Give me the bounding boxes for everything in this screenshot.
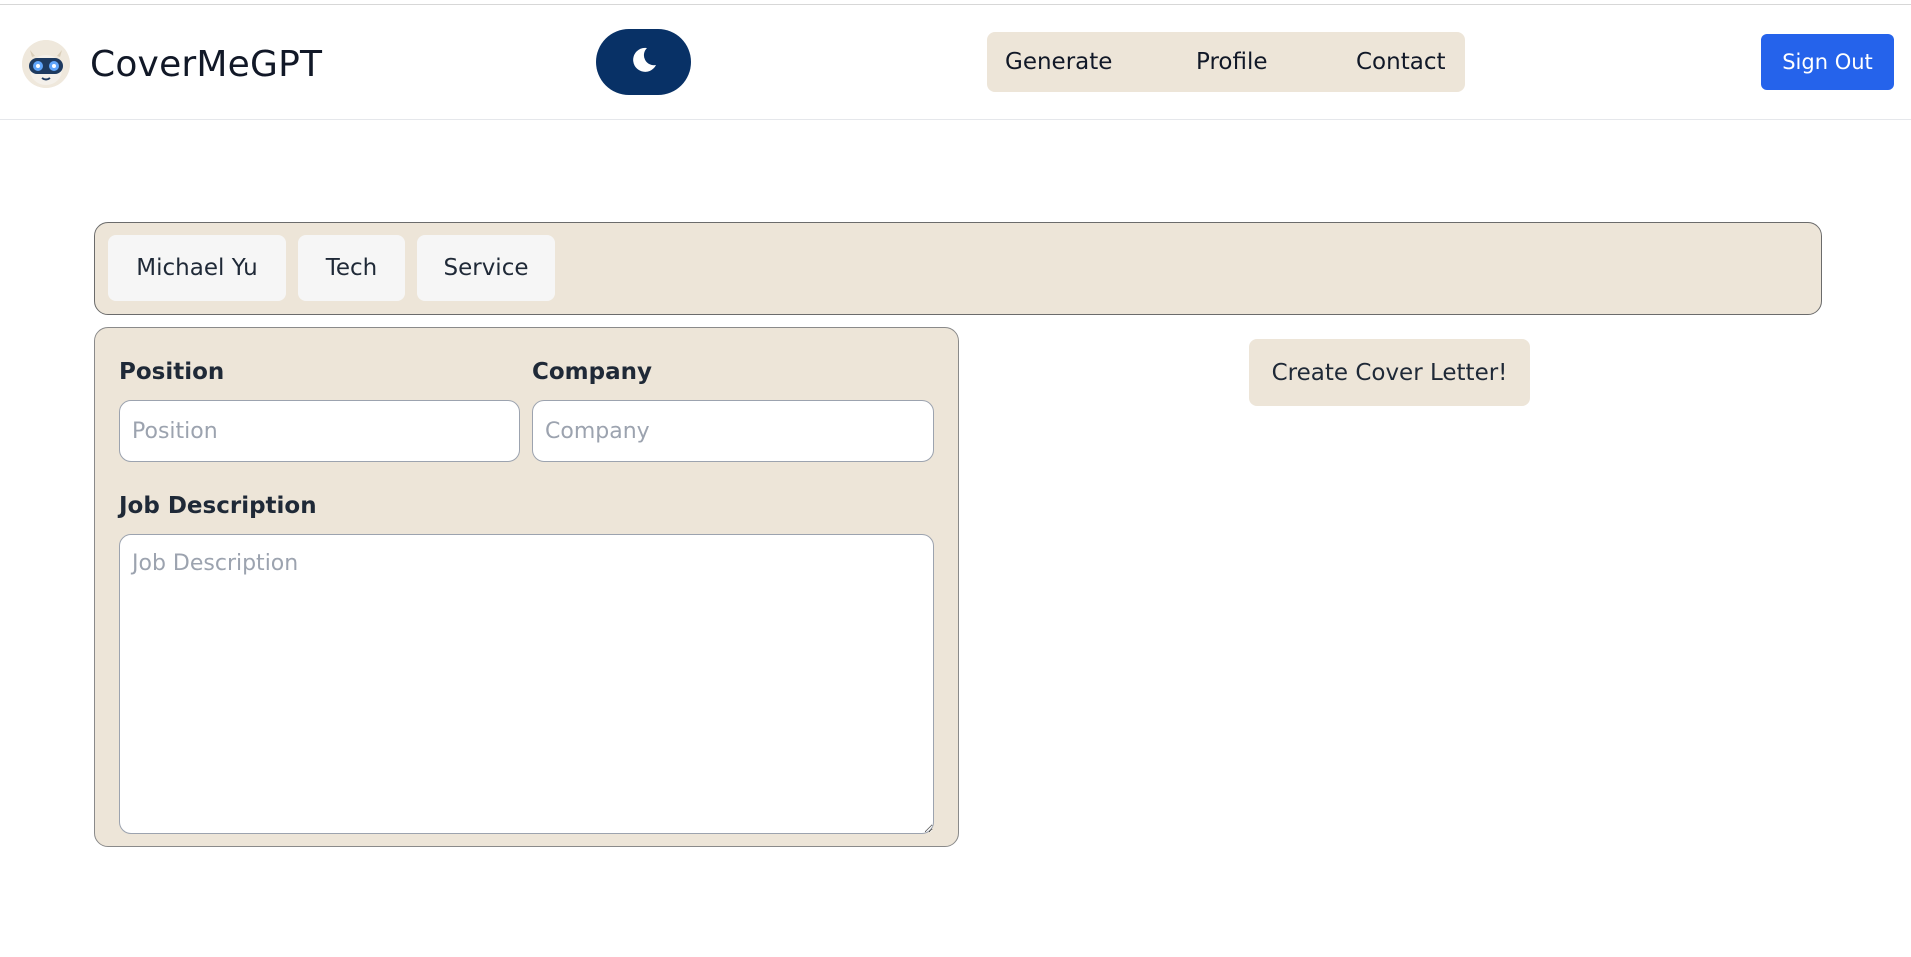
profile-chip-service[interactable]: Service: [417, 235, 555, 301]
brand-name: CoverMeGPT: [90, 43, 323, 85]
profile-chip-tech[interactable]: Tech: [298, 235, 405, 301]
brand[interactable]: CoverMeGPT: [22, 40, 322, 88]
job-description-label: Job Description: [119, 493, 317, 519]
nav-item-contact[interactable]: Contact: [1356, 49, 1445, 75]
moon-icon: [629, 45, 659, 79]
main-nav: Generate Profile Contact: [987, 32, 1465, 92]
nav-item-generate[interactable]: Generate: [1005, 49, 1112, 75]
position-input[interactable]: [119, 400, 520, 462]
sign-out-button[interactable]: Sign Out: [1761, 34, 1894, 90]
app-header: CoverMeGPT Generate Profile Contact Sign…: [0, 4, 1911, 120]
theme-toggle-button[interactable]: [596, 29, 691, 95]
company-label: Company: [532, 359, 652, 385]
job-details-form: Position Company Job Description: [94, 327, 959, 847]
job-description-textarea[interactable]: [119, 534, 934, 834]
profile-selector-bar: Michael Yu Tech Service: [94, 222, 1822, 315]
create-cover-letter-button[interactable]: Create Cover Letter!: [1249, 339, 1530, 406]
company-input[interactable]: [532, 400, 934, 462]
position-label: Position: [119, 359, 225, 385]
robot-avatar-icon: [22, 40, 70, 88]
nav-item-profile[interactable]: Profile: [1196, 49, 1268, 75]
profile-chip-name[interactable]: Michael Yu: [108, 235, 286, 301]
